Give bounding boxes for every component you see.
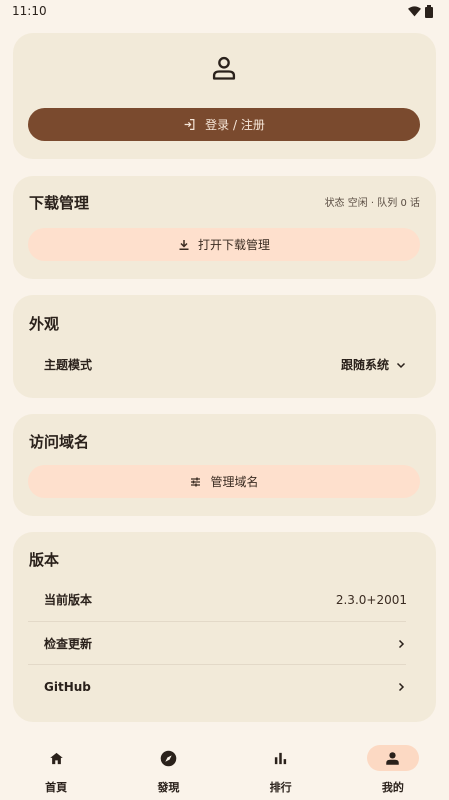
account-card: 登录 / 注册	[13, 33, 436, 159]
current-version-row: 当前版本 2.3.0+2001	[29, 578, 407, 621]
nav-label-mine: 我的	[381, 781, 404, 794]
download-icon	[179, 239, 189, 250]
check-update-row[interactable]: 检查更新	[29, 622, 407, 665]
chevron-right-icon	[398, 682, 405, 691]
bottom-navigation: 首頁 發現 排行 我的	[0, 735, 449, 800]
person-icon	[212, 56, 236, 80]
appearance-card: 外观 主题模式 跟随系统	[13, 295, 436, 398]
manage-domain-button[interactable]: 管理域名	[28, 465, 420, 498]
nav-item-discover[interactable]: 發現	[112, 745, 224, 795]
current-version-value: 2.3.0+2001	[335, 592, 407, 607]
version-title: 版本	[29, 551, 60, 569]
appearance-title: 外观	[29, 315, 60, 333]
github-row[interactable]: GitHub	[29, 665, 407, 708]
divider	[28, 664, 406, 665]
manage-domain-label: 管理域名	[210, 475, 259, 489]
domain-title: 访问域名	[29, 433, 90, 451]
compass-icon	[160, 750, 177, 766]
nav-active-indicator	[366, 745, 419, 771]
current-version-label: 当前版本	[44, 593, 93, 607]
bar-chart-icon	[275, 752, 287, 764]
chevron-right-icon	[398, 639, 405, 648]
nav-item-mine[interactable]: 我的	[337, 745, 449, 795]
domain-card: 访问域名 管理域名	[13, 414, 436, 516]
login-register-button[interactable]: 登录 / 注册	[28, 108, 420, 141]
version-card: 版本 当前版本 2.3.0+2001 检查更新 GitHub	[13, 532, 436, 722]
login-icon	[184, 119, 195, 130]
nav-item-ranking[interactable]: 排行	[225, 745, 337, 795]
wifi-icon	[408, 5, 421, 16]
home-icon	[49, 752, 63, 764]
check-update-label: 检查更新	[44, 637, 93, 651]
login-register-label: 登录 / 注册	[205, 118, 265, 132]
person-icon	[386, 751, 400, 765]
downloads-title: 下载管理	[29, 194, 90, 212]
nav-label-discover: 發現	[157, 781, 180, 794]
battery-icon	[425, 4, 433, 18]
open-downloads-button[interactable]: 打开下载管理	[28, 228, 420, 261]
nav-label-ranking: 排行	[269, 781, 292, 794]
status-bar: 11:10	[0, 0, 449, 22]
theme-mode-label: 主题模式	[44, 358, 93, 372]
nav-label-home: 首頁	[45, 781, 68, 794]
open-downloads-label: 打开下载管理	[197, 238, 270, 252]
downloads-status: 状态 空闲 · 队列 0 话	[324, 198, 420, 209]
github-label: GitHub	[44, 679, 91, 694]
tune-icon	[191, 477, 201, 486]
nav-item-home[interactable]: 首頁	[0, 745, 112, 795]
divider	[28, 621, 406, 622]
theme-mode-value: 跟随系统	[340, 358, 389, 372]
chevron-down-icon	[396, 362, 406, 368]
status-time: 11:10	[12, 4, 47, 18]
downloads-card: 下载管理 状态 空闲 · 队列 0 话 打开下载管理	[13, 176, 436, 279]
theme-mode-row[interactable]: 主题模式 跟随系统	[29, 343, 407, 386]
